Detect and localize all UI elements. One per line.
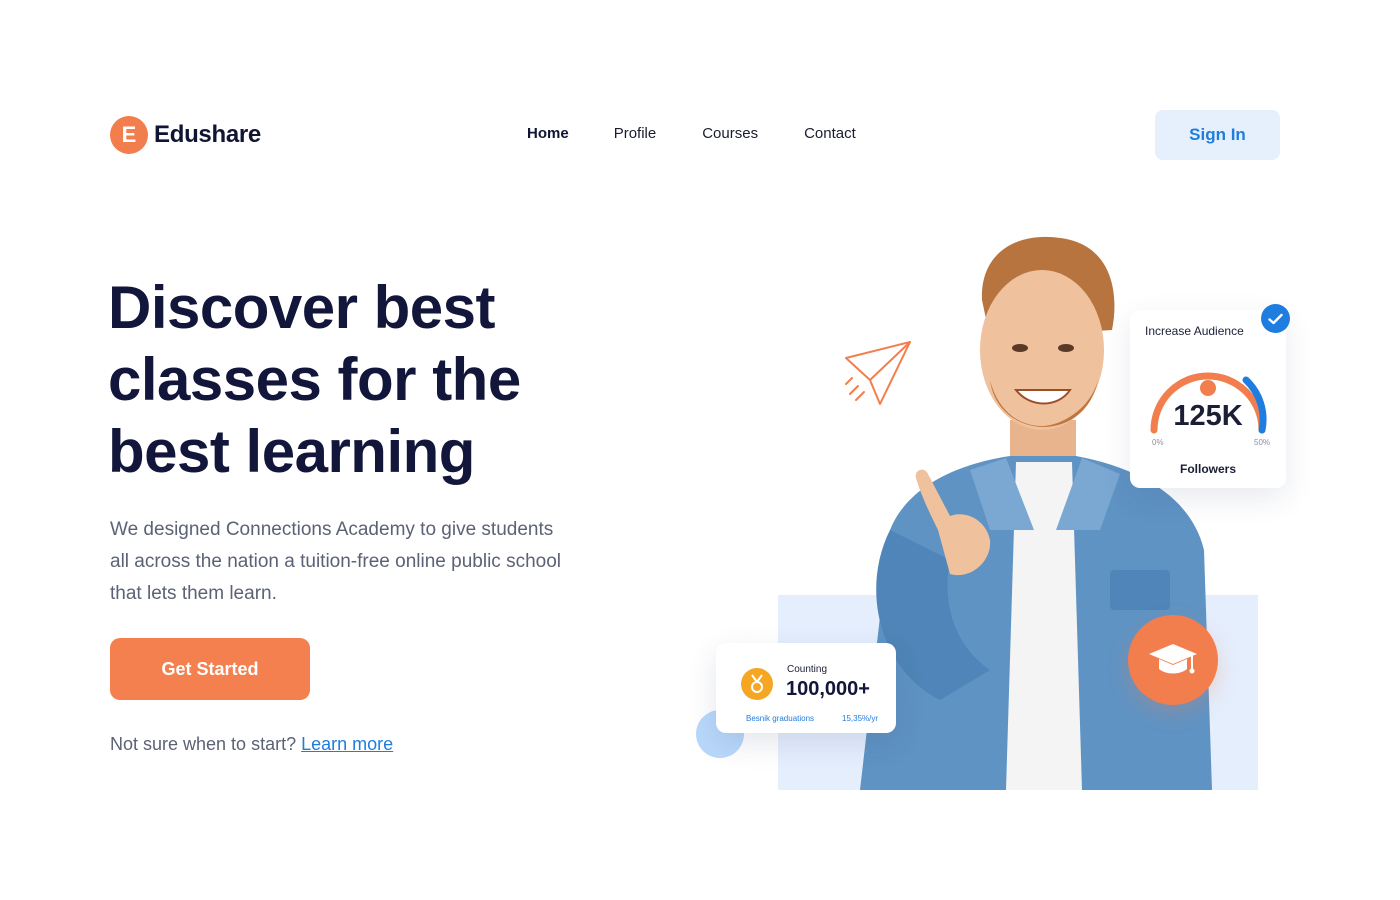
hero-subtext: We designed Connections Academy to give … <box>110 519 561 604</box>
hero-headline: Discover best classes for the best learn… <box>108 274 521 485</box>
audience-value: 125K <box>1173 400 1243 432</box>
audience-card: Increase Audience 125K 0% 50% Followers <box>1130 310 1286 488</box>
audience-label: Followers <box>1179 462 1236 476</box>
graduation-cap-icon <box>1128 615 1218 705</box>
brand-name: Edushare <box>154 121 261 148</box>
nav-item-home[interactable]: Home <box>527 124 569 144</box>
nav-item-contact[interactable]: Contact <box>804 124 856 144</box>
counting-value: 100,000+ <box>786 678 870 700</box>
counting-footer-left: Besnik graduations <box>746 714 815 723</box>
learn-more-prefix: Not sure when to start? <box>110 734 297 754</box>
gauge-min-label: 0% <box>1152 438 1164 447</box>
counting-footer-right: 15,35%/yr <box>842 714 879 723</box>
get-started-button[interactable]: Get Started <box>110 638 310 700</box>
nav-item-courses[interactable]: Courses <box>702 124 758 144</box>
nav-item-profile[interactable]: Profile <box>614 124 657 144</box>
counting-label: Counting <box>787 664 828 675</box>
check-icon <box>1261 304 1290 333</box>
main-nav: Home Profile Courses Contact <box>527 124 856 144</box>
counting-card: Counting 100,000+ Besnik graduations 15,… <box>716 643 896 733</box>
learn-more-line: Not sure when to start? Learn more <box>110 734 393 755</box>
sign-in-button[interactable]: Sign In <box>1155 110 1280 160</box>
audience-card-title: Increase Audience <box>1145 324 1244 338</box>
medal-icon <box>741 668 773 700</box>
brand-logo[interactable]: E Edushare <box>110 115 261 155</box>
learn-more-link[interactable]: Learn more <box>301 734 393 754</box>
gauge-max-label: 50% <box>1254 438 1271 447</box>
logo-mark-icon: E <box>110 116 148 154</box>
